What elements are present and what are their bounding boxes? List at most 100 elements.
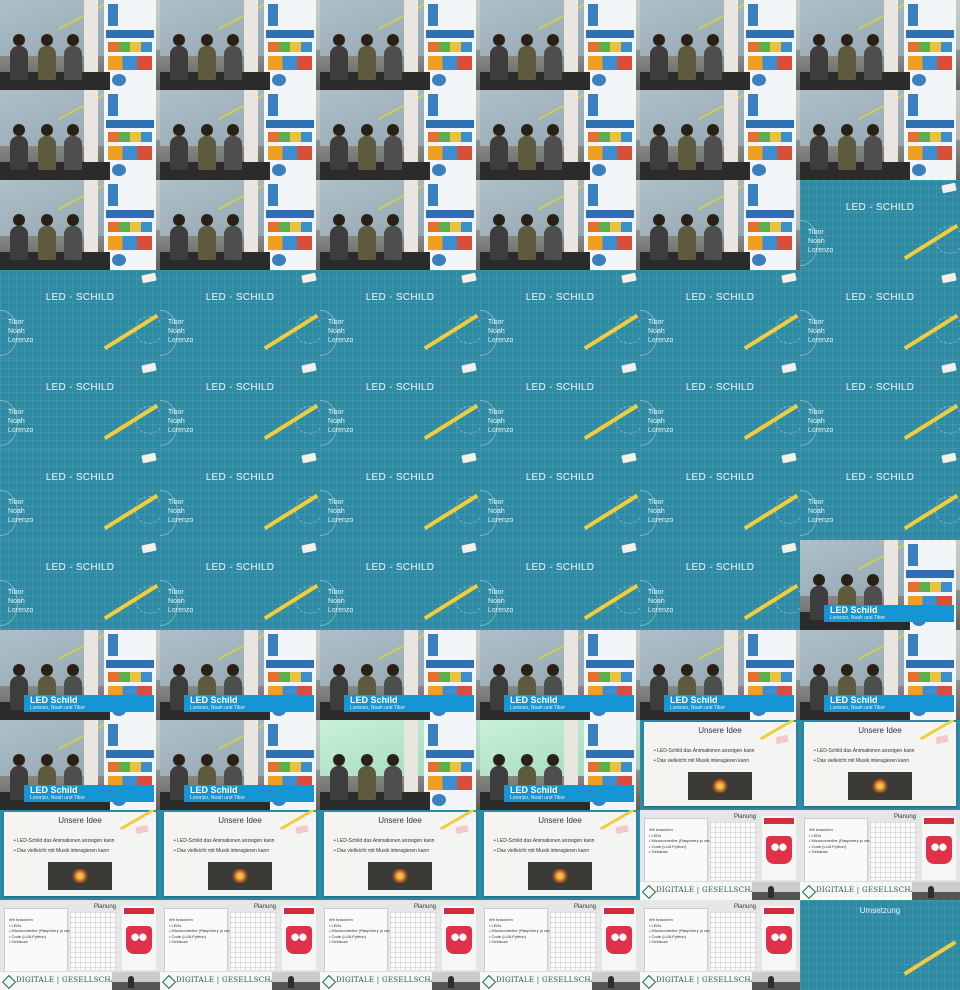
slide-names: Tibor Noah Lorenzo bbox=[808, 409, 834, 434]
slide-title: LED - SCHILD bbox=[205, 472, 275, 483]
plan-title: Planung bbox=[733, 814, 756, 820]
idea-slide-tile: Unsere Idee • LED-Schild das Animationen … bbox=[0, 810, 160, 900]
stage-photo-lower-third-tile: LED Schild Lorenzo, Noah und Tibor bbox=[0, 630, 160, 720]
stage-photo-tile bbox=[800, 90, 960, 180]
plan-list: Wir brauchen • LEDs • Microcontroller (Ras… bbox=[9, 917, 74, 944]
led-sign-photo bbox=[528, 862, 592, 890]
slide-names: Tibor Noah Lorenzo bbox=[648, 499, 674, 524]
slide-title: LED - SCHILD bbox=[205, 292, 275, 303]
stage-photo-tile bbox=[160, 0, 320, 90]
slide-title: LED - SCHILD bbox=[45, 472, 115, 483]
pixel-art-image bbox=[122, 906, 156, 970]
title-slide-tile: LED - SCHILD Tibor Noah Lorenzo bbox=[800, 180, 960, 270]
slide-title: LED - SCHILD bbox=[685, 382, 755, 393]
slide-names: Tibor Noah Lorenzo bbox=[328, 589, 354, 614]
stage-photo-tile bbox=[160, 180, 320, 270]
stage-photo-tile bbox=[640, 90, 800, 180]
title-slide-tile: LED - SCHILD Tibor Noah Lorenzo bbox=[640, 360, 800, 450]
slide-title: LED - SCHILD bbox=[845, 292, 915, 303]
title-slide-tile: LED - SCHILD Tibor Noah Lorenzo bbox=[480, 270, 640, 360]
idea-bullet: • LED-Schild das Animationen anzeigen ka… bbox=[814, 748, 915, 754]
title-slide-tile: LED - SCHILD Tibor Noah Lorenzo bbox=[160, 360, 320, 450]
stage-photo-lower-third-tile: LED Schild Lorenzo, Noah und Tibor bbox=[320, 630, 480, 720]
slide-title: LED - SCHILD bbox=[365, 382, 435, 393]
slide-names: Tibor Noah Lorenzo bbox=[808, 499, 834, 524]
footer-brand: DIGITALE | GESELLSCHAFT bbox=[656, 976, 767, 984]
slide-title: LED - SCHILD bbox=[205, 562, 275, 573]
stage-photo-tile bbox=[0, 90, 160, 180]
footer: DIGITALE | GESELLSCHAFT bbox=[640, 971, 800, 990]
slide-names: Tibor Noah Lorenzo bbox=[808, 319, 834, 344]
lower-third: LED Schild Lorenzo, Noah und Tibor bbox=[344, 695, 474, 712]
plan-title: Planung bbox=[413, 904, 436, 910]
pixel-art-image bbox=[922, 816, 956, 880]
slide-title: LED - SCHILD bbox=[365, 292, 435, 303]
title-slide-tile: LED - SCHILD Tibor Noah Lorenzo bbox=[480, 450, 640, 540]
slide-names: Tibor Noah Lorenzo bbox=[488, 319, 514, 344]
slide-names: Tibor Noah Lorenzo bbox=[488, 589, 514, 614]
title-slide-tile: LED - SCHILD Tibor Noah Lorenzo bbox=[0, 450, 160, 540]
digitale-gesellschaft-logo-icon bbox=[481, 974, 497, 990]
slide-names: Tibor Noah Lorenzo bbox=[168, 409, 194, 434]
stage-photo-lower-third-tile: LED Schild Lorenzo, Noah und Tibor bbox=[800, 540, 960, 630]
title-slide-tile: LED - SCHILD Tibor Noah Lorenzo bbox=[800, 360, 960, 450]
slide-names: Tibor Noah Lorenzo bbox=[328, 409, 354, 434]
stage-photo-lower-third-tile: LED Schild Lorenzo, Noah und Tibor bbox=[480, 630, 640, 720]
stage-photo-tile bbox=[320, 0, 480, 90]
lower-third: LED Schild Lorenzo, Noah und Tibor bbox=[504, 785, 634, 802]
title-slide-tile: LED - SCHILD Tibor Noah Lorenzo bbox=[0, 270, 160, 360]
lower-third: LED Schild Lorenzo, Noah und Tibor bbox=[664, 695, 794, 712]
title-slide-tile: LED - SCHILD Tibor Noah Lorenzo bbox=[480, 360, 640, 450]
footer-brand: DIGITALE | GESELLSCHAFT bbox=[16, 976, 127, 984]
led-sign-photo bbox=[848, 772, 912, 800]
plan-slide-tile: Wir brauchen • LEDs • Microcontroller (Ras… bbox=[320, 900, 480, 990]
footer: DIGITALE | GESELLSCHAFT bbox=[0, 971, 160, 990]
plan-title: Planung bbox=[733, 904, 756, 910]
stage-photo-lower-third-tile: LED Schild Lorenzo, Noah und Tibor bbox=[800, 630, 960, 720]
contact-sheet: LED - SCHILD Tibor Noah Lorenzo LED - SCHIL… bbox=[0, 0, 960, 990]
footer: DIGITALE | GESELLSCHAFT bbox=[640, 881, 800, 900]
idea-bullet: • Das vielleicht mit Musik interagieren … bbox=[654, 758, 750, 764]
plan-slide-tile: Wir brauchen • LEDs • Microcontroller (Ras… bbox=[800, 810, 960, 900]
pixel-art-image bbox=[442, 906, 476, 970]
plan-list: Wir brauchen • LEDs • Microcontroller (Ras… bbox=[809, 827, 874, 854]
idea-slide-tile: Unsere Idee • LED-Schild das Animationen … bbox=[160, 810, 320, 900]
stage-photo-green-tile bbox=[320, 720, 480, 810]
stage-photo-lower-third-tile: LED Schild Lorenzo, Noah und Tibor bbox=[640, 630, 800, 720]
idea-slide-tile: Unsere Idee • LED-Schild das Animationen … bbox=[640, 720, 800, 810]
stage-photo-tile bbox=[0, 0, 160, 90]
stage-photo-tile bbox=[480, 180, 640, 270]
lower-third: LED Schild Lorenzo, Noah und Tibor bbox=[184, 695, 314, 712]
digitale-gesellschaft-logo-icon bbox=[641, 884, 657, 900]
idea-bullet: • LED-Schild das Animationen anzeigen ka… bbox=[334, 838, 435, 844]
slide-names: Tibor Noah Lorenzo bbox=[168, 499, 194, 524]
idea-bullet: • Das vielleicht mit Musik interagieren … bbox=[814, 758, 910, 764]
title-slide-tile: LED - SCHILD Tibor Noah Lorenzo bbox=[320, 270, 480, 360]
digitale-gesellschaft-logo-icon bbox=[1, 974, 17, 990]
title-slide-tile: LED - SCHILD Tibor Noah Lorenzo bbox=[800, 270, 960, 360]
idea-bullet: • LED-Schild das Animationen anzeigen ka… bbox=[14, 838, 115, 844]
slide-names: Tibor Noah Lorenzo bbox=[808, 229, 834, 254]
slide-names: Tibor Noah Lorenzo bbox=[488, 499, 514, 524]
stage-photo-tile bbox=[480, 90, 640, 180]
idea-bullet: • Das vielleicht mit Musik interagieren … bbox=[494, 848, 590, 854]
pixel-art-image bbox=[762, 906, 796, 970]
slide-title: LED - SCHILD bbox=[365, 562, 435, 573]
plan-list: Wir brauchen • LEDs • Microcontroller (Ras… bbox=[169, 917, 234, 944]
umsetzung-slide-tile: Umsetzung bbox=[800, 900, 960, 990]
footer-brand: DIGITALE | GESELLSCHAFT bbox=[816, 886, 927, 894]
pixel-art-image bbox=[762, 816, 796, 880]
umsetzung-title: Umsetzung bbox=[859, 906, 901, 915]
stage-photo-lower-third-tile: LED Schild Lorenzo, Noah und Tibor bbox=[160, 720, 320, 810]
slide-title: LED - SCHILD bbox=[845, 382, 915, 393]
plan-list: Wir brauchen • LEDs • Microcontroller (Ras… bbox=[649, 917, 714, 944]
slide-title: LED - SCHILD bbox=[45, 292, 115, 303]
lower-third: LED Schild Lorenzo, Noah und Tibor bbox=[824, 605, 954, 622]
title-slide-tile: LED - SCHILD Tibor Noah Lorenzo bbox=[0, 360, 160, 450]
footer: DIGITALE | GESELLSCHAFT bbox=[480, 971, 640, 990]
slide-names: Tibor Noah Lorenzo bbox=[488, 409, 514, 434]
footer-brand: DIGITALE | GESELLSCHAFT bbox=[176, 976, 287, 984]
title-slide-tile: LED - SCHILD Tibor Noah Lorenzo bbox=[480, 540, 640, 630]
slide-title: LED - SCHILD bbox=[525, 382, 595, 393]
plan-list: Wir brauchen • LEDs • Microcontroller (Ras… bbox=[329, 917, 394, 944]
